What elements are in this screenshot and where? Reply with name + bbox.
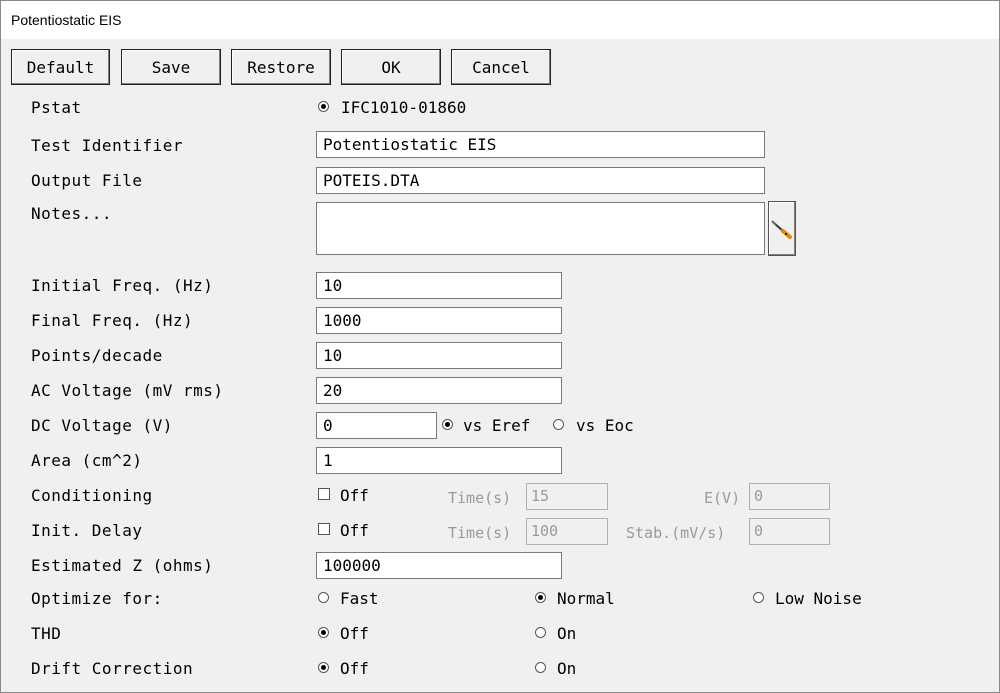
notes-editor-button[interactable] <box>768 201 796 256</box>
initial-freq-input[interactable]: 10 <box>316 272 562 299</box>
pstat-label: Pstat <box>31 98 82 117</box>
conditioning-check-label: Off <box>340 486 369 505</box>
thd-label: THD <box>31 624 62 643</box>
conditioning-time-input[interactable]: 15 <box>526 483 608 510</box>
vs-eref-label: vs Eref <box>463 416 531 435</box>
conditioning-e-input[interactable]: 0 <box>749 483 830 510</box>
drift-on-radio[interactable] <box>535 662 546 673</box>
conditioning-label: Conditioning <box>31 486 153 505</box>
output-file-input[interactable]: POTEIS.DTA <box>316 167 765 194</box>
screwdriver-icon <box>771 220 792 239</box>
title-bar: Potentiostatic EIS <box>1 1 999 39</box>
optimize-label: Optimize for: <box>31 589 163 608</box>
ac-voltage-label: AC Voltage (mV rms) <box>31 381 224 400</box>
thd-on-radio[interactable] <box>535 627 546 638</box>
init-delay-stab-label: Stab.(mV/s) <box>626 524 726 542</box>
dc-voltage-label: DC Voltage (V) <box>31 416 173 435</box>
area-label: Area (cm^2) <box>31 451 143 470</box>
test-identifier-input[interactable]: Potentiostatic EIS <box>316 131 765 158</box>
init-delay-time-input[interactable]: 100 <box>526 518 608 545</box>
optimize-low-noise-radio[interactable] <box>753 592 764 603</box>
estimated-z-input[interactable]: 100000 <box>316 552 562 579</box>
init-delay-label: Init. Delay <box>31 521 143 540</box>
init-delay-stab-input[interactable]: 0 <box>749 518 830 545</box>
area-input[interactable]: 1 <box>316 447 562 474</box>
thd-off-radio[interactable] <box>318 627 329 638</box>
points-decade-input[interactable]: 10 <box>316 342 562 369</box>
pstat-option-label: IFC1010-01860 <box>341 98 467 117</box>
restore-button[interactable]: Restore <box>231 49 331 85</box>
vs-eoc-label: vs Eoc <box>576 416 634 435</box>
notes-label: Notes... <box>31 204 113 223</box>
cancel-button[interactable]: Cancel <box>451 49 551 85</box>
default-button[interactable]: Default <box>11 49 110 85</box>
conditioning-checkbox[interactable] <box>318 488 330 500</box>
optimize-normal-label: Normal <box>557 589 615 608</box>
drift-on-label: On <box>557 659 577 678</box>
vs-eref-radio[interactable] <box>442 419 453 430</box>
window-title: Potentiostatic EIS <box>11 12 122 28</box>
save-button[interactable]: Save <box>121 49 221 85</box>
points-decade-label: Points/decade <box>31 346 163 365</box>
conditioning-time-label: Time(s) <box>448 489 512 507</box>
thd-on-label: On <box>557 624 577 643</box>
init-delay-check-label: Off <box>340 521 369 540</box>
optimize-low-noise-label: Low Noise <box>775 589 862 608</box>
init-delay-time-label: Time(s) <box>448 524 512 542</box>
pstat-radio[interactable] <box>318 101 329 112</box>
initial-freq-label: Initial Freq. (Hz) <box>31 276 214 295</box>
thd-off-label: Off <box>340 624 369 643</box>
init-delay-checkbox[interactable] <box>318 523 330 535</box>
dc-voltage-input[interactable]: 0 <box>316 412 437 439</box>
estimated-z-label: Estimated Z (ohms) <box>31 556 214 575</box>
optimize-fast-label: Fast <box>340 589 379 608</box>
ac-voltage-input[interactable]: 20 <box>316 377 562 404</box>
output-file-label: Output File <box>31 171 143 190</box>
conditioning-e-label: E(V) <box>704 489 741 507</box>
vs-eoc-radio[interactable] <box>553 419 564 430</box>
optimize-normal-radio[interactable] <box>535 592 546 603</box>
drift-correction-label: Drift Correction <box>31 659 194 678</box>
drift-off-radio[interactable] <box>318 662 329 673</box>
final-freq-input[interactable]: 1000 <box>316 307 562 334</box>
final-freq-label: Final Freq. (Hz) <box>31 311 194 330</box>
drift-off-label: Off <box>340 659 369 678</box>
notes-textarea[interactable] <box>316 202 765 255</box>
optimize-fast-radio[interactable] <box>318 592 329 603</box>
ok-button[interactable]: OK <box>341 49 441 85</box>
test-identifier-label: Test Identifier <box>31 136 183 155</box>
